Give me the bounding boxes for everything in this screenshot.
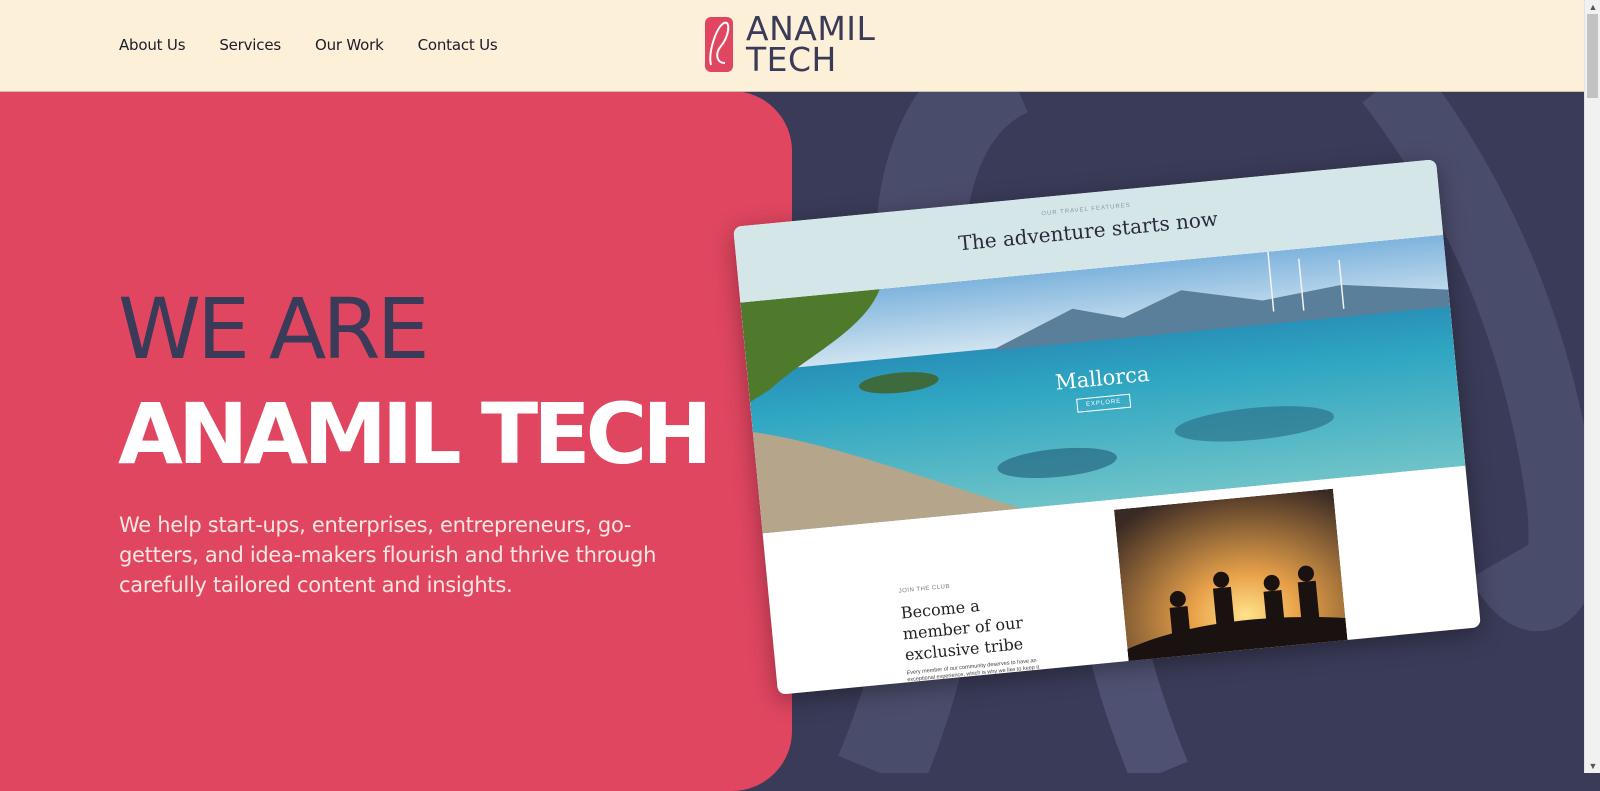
- logo-icon: [705, 17, 733, 72]
- scrollbar-thumb[interactable]: [1587, 14, 1598, 98]
- logo[interactable]: ANAMIL TECH: [704, 12, 875, 79]
- logo-line-2: TECH: [746, 40, 837, 79]
- nav-services[interactable]: Services: [219, 36, 281, 54]
- top-navbar: About Us Services Our Work Contact Us AN…: [0, 0, 1584, 92]
- scroll-up-arrow-icon[interactable]: ▲: [1585, 0, 1600, 14]
- nav-links: About Us Services Our Work Contact Us: [119, 36, 498, 54]
- nav-about-us[interactable]: About Us: [119, 36, 186, 54]
- page-scrollbar[interactable]: ▲ ▼: [1584, 0, 1600, 773]
- scroll-down-arrow-icon[interactable]: ▼: [1585, 759, 1600, 773]
- nav-contact-us[interactable]: Contact Us: [418, 36, 498, 54]
- hero-title-line-2: ANAMIL TECH: [118, 385, 713, 483]
- mockup-club-heading: Become a member of our exclusive tribe: [899, 596, 1024, 665]
- hero-description: We help start-ups, enterprises, entrepre…: [119, 513, 657, 597]
- logo-text: ANAMIL TECH: [746, 12, 875, 79]
- mockup-club-eyebrow: JOIN THE CLUB: [898, 583, 951, 595]
- hero-title-line-1: WE ARE: [118, 280, 430, 378]
- nav-our-work[interactable]: Our Work: [315, 36, 384, 54]
- website-mockup: OUR TRAVEL FEATURES The adventure starts…: [733, 159, 1481, 695]
